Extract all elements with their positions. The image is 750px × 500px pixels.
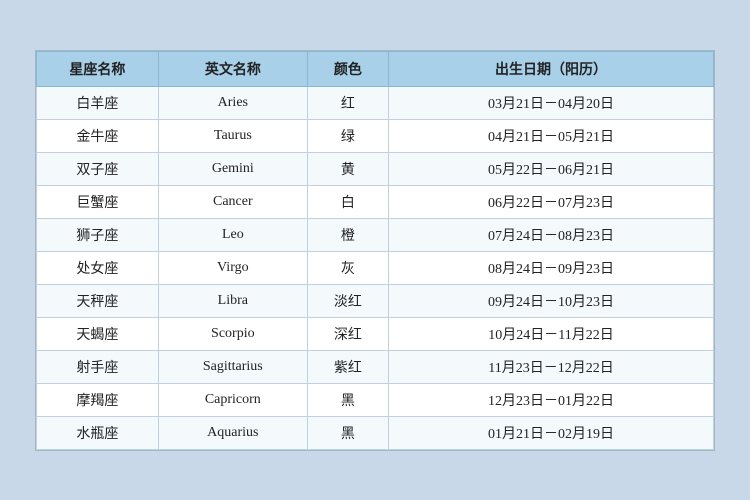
table-header-row: 星座名称 英文名称 颜色 出生日期（阳历）: [37, 51, 714, 86]
cell-date: 04月21日－05月21日: [389, 119, 714, 152]
table-row: 射手座Sagittarius紫红11月23日－12月22日: [37, 350, 714, 383]
cell-color: 深红: [307, 317, 388, 350]
cell-date: 09月24日－10月23日: [389, 284, 714, 317]
table-row: 天秤座Libra淡红09月24日－10月23日: [37, 284, 714, 317]
cell-color: 紫红: [307, 350, 388, 383]
cell-zh: 白羊座: [37, 86, 159, 119]
table-row: 处女座Virgo灰08月24日－09月23日: [37, 251, 714, 284]
zodiac-table-container: 星座名称 英文名称 颜色 出生日期（阳历） 白羊座Aries红03月21日－04…: [35, 50, 715, 451]
cell-en: Aries: [158, 86, 307, 119]
cell-color: 绿: [307, 119, 388, 152]
cell-en: Gemini: [158, 152, 307, 185]
table-row: 狮子座Leo橙07月24日－08月23日: [37, 218, 714, 251]
cell-en: Libra: [158, 284, 307, 317]
cell-en: Capricorn: [158, 383, 307, 416]
cell-date: 05月22日－06月21日: [389, 152, 714, 185]
table-row: 巨蟹座Cancer白06月22日－07月23日: [37, 185, 714, 218]
cell-zh: 巨蟹座: [37, 185, 159, 218]
cell-en: Taurus: [158, 119, 307, 152]
cell-date: 01月21日－02月19日: [389, 416, 714, 449]
table-row: 摩羯座Capricorn黑12月23日－01月22日: [37, 383, 714, 416]
cell-date: 06月22日－07月23日: [389, 185, 714, 218]
cell-zh: 水瓶座: [37, 416, 159, 449]
cell-color: 白: [307, 185, 388, 218]
cell-en: Scorpio: [158, 317, 307, 350]
table-row: 双子座Gemini黄05月22日－06月21日: [37, 152, 714, 185]
table-row: 白羊座Aries红03月21日－04月20日: [37, 86, 714, 119]
cell-date: 03月21日－04月20日: [389, 86, 714, 119]
header-en: 英文名称: [158, 51, 307, 86]
cell-zh: 金牛座: [37, 119, 159, 152]
cell-zh: 摩羯座: [37, 383, 159, 416]
cell-en: Sagittarius: [158, 350, 307, 383]
cell-color: 橙: [307, 218, 388, 251]
cell-date: 08月24日－09月23日: [389, 251, 714, 284]
cell-color: 淡红: [307, 284, 388, 317]
cell-color: 红: [307, 86, 388, 119]
header-color: 颜色: [307, 51, 388, 86]
table-row: 水瓶座Aquarius黑01月21日－02月19日: [37, 416, 714, 449]
cell-color: 黑: [307, 416, 388, 449]
table-body: 白羊座Aries红03月21日－04月20日金牛座Taurus绿04月21日－0…: [37, 86, 714, 449]
table-row: 金牛座Taurus绿04月21日－05月21日: [37, 119, 714, 152]
cell-zh: 天蝎座: [37, 317, 159, 350]
header-zh: 星座名称: [37, 51, 159, 86]
cell-en: Leo: [158, 218, 307, 251]
cell-en: Virgo: [158, 251, 307, 284]
cell-date: 07月24日－08月23日: [389, 218, 714, 251]
table-row: 天蝎座Scorpio深红10月24日－11月22日: [37, 317, 714, 350]
cell-color: 黄: [307, 152, 388, 185]
cell-color: 灰: [307, 251, 388, 284]
cell-zh: 射手座: [37, 350, 159, 383]
cell-date: 10月24日－11月22日: [389, 317, 714, 350]
cell-en: Cancer: [158, 185, 307, 218]
cell-color: 黑: [307, 383, 388, 416]
cell-zh: 天秤座: [37, 284, 159, 317]
cell-zh: 狮子座: [37, 218, 159, 251]
cell-date: 12月23日－01月22日: [389, 383, 714, 416]
cell-en: Aquarius: [158, 416, 307, 449]
header-date: 出生日期（阳历）: [389, 51, 714, 86]
cell-zh: 处女座: [37, 251, 159, 284]
cell-zh: 双子座: [37, 152, 159, 185]
cell-date: 11月23日－12月22日: [389, 350, 714, 383]
zodiac-table: 星座名称 英文名称 颜色 出生日期（阳历） 白羊座Aries红03月21日－04…: [36, 51, 714, 450]
